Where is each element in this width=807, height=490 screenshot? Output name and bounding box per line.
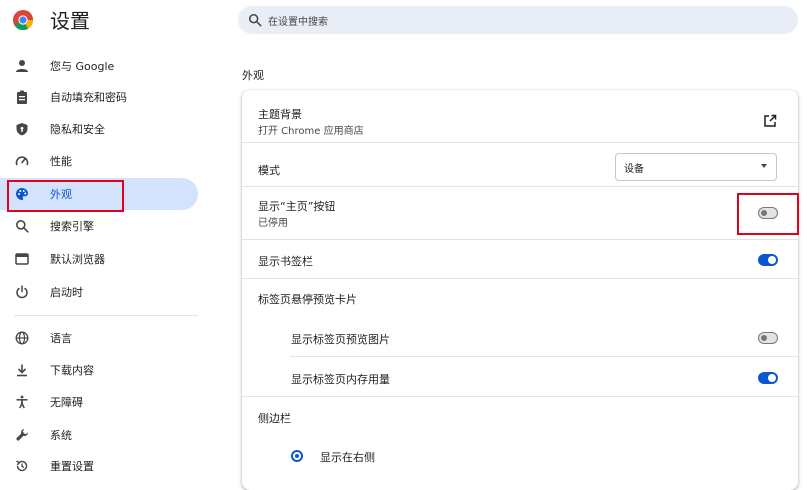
side-panel-right-radio[interactable] — [291, 450, 303, 462]
sidebar-item-label: 自动填充和密码 — [50, 91, 127, 104]
sidebar-item-label: 启动时 — [50, 286, 83, 299]
sidebar-item-label: 无障碍 — [50, 396, 83, 409]
row-divider — [242, 142, 798, 143]
power-icon — [14, 284, 30, 300]
mode-select[interactable]: 设备 — [615, 153, 777, 181]
clipboard-icon — [14, 89, 30, 105]
open-in-new-icon[interactable] — [763, 113, 779, 129]
toggle-knob — [768, 374, 776, 382]
preview-image-toggle[interactable] — [758, 332, 778, 344]
hover-card-label: 标签页悬停预览卡片 — [258, 293, 357, 306]
mode-select-value: 设备 — [624, 163, 644, 175]
search-icon — [248, 13, 262, 27]
page-title: 设置 — [50, 9, 90, 33]
toggle-knob — [761, 335, 767, 341]
memory-usage-label: 显示标签页内存用量 — [291, 373, 390, 386]
globe-icon — [14, 330, 30, 346]
sidebar-item-on-startup[interactable]: 启动时 — [0, 276, 198, 308]
highlight-box-appearance — [7, 180, 124, 212]
memory-usage-toggle[interactable] — [758, 372, 778, 384]
sidebar-item-autofill[interactable]: 自动填充和密码 — [0, 81, 198, 113]
reset-icon — [14, 458, 30, 474]
sidebar-item-languages[interactable]: 语言 — [0, 322, 198, 354]
person-icon — [14, 58, 30, 74]
sidebar-item-performance[interactable]: 性能 — [0, 145, 198, 177]
sidebar-item-system[interactable]: 系统 — [0, 419, 198, 451]
radio-dot — [295, 454, 299, 458]
sidebar-item-downloads[interactable]: 下载内容 — [0, 354, 198, 386]
home-button-sublabel: 已停用 — [258, 218, 288, 229]
preview-image-label: 显示标签页预览图片 — [291, 333, 390, 346]
browser-window-icon — [14, 251, 30, 267]
sidebar-item-label: 系统 — [50, 429, 72, 442]
sidebar-item-label: 默认浏览器 — [50, 253, 105, 266]
sidebar-divider — [14, 315, 198, 316]
sidebar-item-label: 搜索引擎 — [50, 220, 94, 233]
row-divider — [242, 278, 798, 279]
theme-label: 主题背景 — [258, 108, 302, 121]
sidebar-item-accessibility[interactable]: 无障碍 — [0, 386, 198, 418]
sidebar-item-label: 重置设置 — [50, 460, 94, 473]
mode-label: 模式 — [258, 164, 280, 177]
search-placeholder: 在设置中搜索 — [268, 16, 328, 28]
side-panel-right-label: 显示在右侧 — [320, 451, 375, 464]
sidebar-item-label: 性能 — [50, 155, 72, 168]
sidebar-item-label: 语言 — [50, 332, 72, 345]
sidebar-item-label: 您与 Google — [50, 60, 115, 73]
sidebar-item-label: 下载内容 — [50, 364, 94, 377]
section-title-appearance: 外观 — [242, 69, 264, 82]
row-divider — [242, 396, 798, 397]
wrench-icon — [14, 427, 30, 443]
accessibility-icon — [14, 394, 30, 410]
download-icon — [14, 362, 30, 378]
appearance-settings-card — [242, 90, 798, 490]
shield-icon — [14, 121, 30, 137]
bookmarks-bar-toggle[interactable] — [758, 254, 778, 266]
sidebar-item-reset-settings[interactable]: 重置设置 — [0, 450, 198, 482]
row-divider — [242, 239, 798, 240]
highlight-box-home-toggle — [737, 193, 799, 235]
chrome-logo-icon — [12, 9, 34, 31]
search-input[interactable]: 在设置中搜索 — [238, 6, 798, 34]
speedometer-icon — [14, 153, 30, 169]
home-button-label: 显示“主页”按钮 — [258, 200, 336, 213]
sidebar-item-search-engine[interactable]: 搜索引擎 — [0, 210, 198, 242]
row-divider — [290, 356, 798, 357]
sidebar-item-default-browser[interactable]: 默认浏览器 — [0, 243, 198, 275]
theme-sublabel: 打开 Chrome 应用商店 — [258, 126, 364, 137]
side-panel-label: 侧边栏 — [258, 412, 291, 425]
bookmarks-bar-label: 显示书签栏 — [258, 255, 313, 268]
sidebar-item-privacy[interactable]: 隐私和安全 — [0, 113, 198, 145]
chevron-down-icon — [761, 164, 767, 168]
row-divider — [242, 186, 798, 187]
toggle-knob — [768, 256, 776, 264]
sidebar-item-you-and-google[interactable]: 您与 Google — [0, 50, 198, 82]
search-icon — [14, 218, 30, 234]
sidebar-item-label: 隐私和安全 — [50, 123, 105, 136]
